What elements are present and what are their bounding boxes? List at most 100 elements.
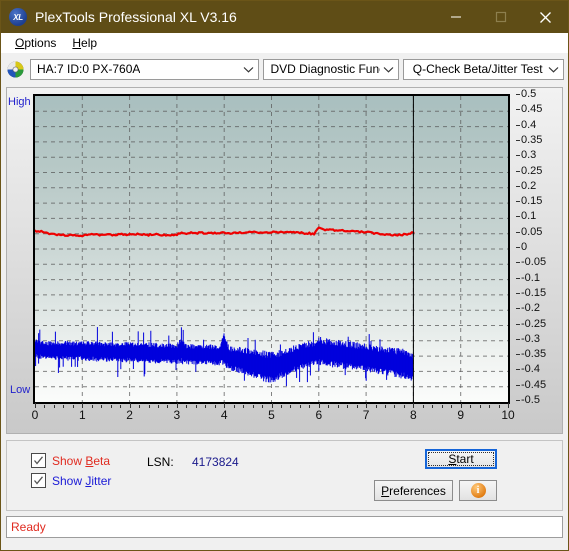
y-tick-mark xyxy=(516,277,520,279)
x-tick-mark xyxy=(63,405,65,408)
y-tick-label: 0.2 xyxy=(521,179,537,192)
x-tick-mark xyxy=(120,405,122,408)
x-tick-mark xyxy=(328,405,330,408)
y-tick-mark xyxy=(516,384,520,386)
menu-bar: Options Help xyxy=(1,33,568,53)
x-tick-label: 1 xyxy=(78,408,86,422)
y-tick-mark xyxy=(516,109,520,111)
x-tick-mark xyxy=(441,405,443,408)
x-tick-label: 8 xyxy=(410,408,417,422)
y-tick-label: -0.25 xyxy=(521,317,547,330)
y-tick-mark xyxy=(516,201,520,203)
maximize-icon[interactable] xyxy=(478,1,523,33)
x-tick-mark xyxy=(53,405,55,408)
status-bar: Ready xyxy=(6,516,563,538)
x-tick-mark xyxy=(224,403,226,408)
x-tick-mark xyxy=(129,403,131,408)
x-tick-mark xyxy=(91,405,93,408)
status-text: Ready xyxy=(11,520,46,534)
x-tick-mark xyxy=(205,405,207,408)
lsn-value: 4173824 xyxy=(192,455,239,469)
menu-item-options[interactable]: Options xyxy=(7,34,64,52)
x-tick-mark xyxy=(413,403,415,408)
x-tick-mark xyxy=(101,405,103,408)
start-button-label: Start xyxy=(428,452,494,466)
test-select-value: Q-Check Beta/Jitter Test xyxy=(412,62,543,76)
x-tick-mark xyxy=(186,405,188,408)
x-tick-mark xyxy=(470,405,472,408)
y-tick-mark xyxy=(516,216,520,218)
x-tick-mark xyxy=(243,405,245,408)
x-tick-mark xyxy=(422,405,424,408)
y-tick-label: 0.5 xyxy=(521,88,537,100)
x-tick-label: 7 xyxy=(362,408,370,422)
x-tick-mark xyxy=(394,405,396,408)
y-tick-label: -0.05 xyxy=(521,256,547,269)
controls-panel: Show Beta Show Jitter LSN: 4173824 Start… xyxy=(6,440,563,511)
y-tick-label: 0.45 xyxy=(521,103,543,116)
y-tick-label: -0.35 xyxy=(521,348,547,361)
y-tick-label: 0.15 xyxy=(521,195,543,208)
x-tick-label: 2 xyxy=(126,408,133,422)
preferences-button[interactable]: Preferences xyxy=(374,480,453,501)
x-tick-mark xyxy=(347,405,349,408)
x-tick-mark xyxy=(195,405,197,408)
y-tick-mark xyxy=(516,323,520,325)
y-tick-mark xyxy=(516,400,520,401)
toolbar: HA:7 ID:0 PX-760A DVD Diagnostic Functio… xyxy=(1,53,568,83)
start-button[interactable]: Start xyxy=(425,449,497,469)
x-tick-mark xyxy=(460,403,462,408)
x-tick-mark xyxy=(356,405,358,408)
y-tick-mark xyxy=(516,262,520,264)
x-tick-mark xyxy=(489,405,491,408)
x-tick-mark xyxy=(290,405,292,408)
y-tick-label: -0.45 xyxy=(521,378,547,391)
x-tick-mark xyxy=(432,405,434,408)
x-tick-mark xyxy=(148,405,150,408)
info-button[interactable]: i xyxy=(459,480,497,501)
y-tick-mark xyxy=(516,369,520,371)
x-tick-label: 4 xyxy=(220,408,228,422)
minimize-icon[interactable] xyxy=(433,1,478,33)
x-tick-mark xyxy=(271,403,273,408)
x-tick-mark xyxy=(318,403,320,408)
chart-plot-area[interactable] xyxy=(33,94,510,404)
y-tick-mark xyxy=(516,354,520,356)
xl-disc-icon: XL xyxy=(9,8,27,26)
x-tick-mark xyxy=(299,405,301,408)
chart-svg xyxy=(35,96,508,402)
y-tick-mark xyxy=(516,94,520,95)
drive-select[interactable]: HA:7 ID:0 PX-760A xyxy=(30,58,260,80)
x-tick-mark xyxy=(72,405,74,408)
x-tick-mark xyxy=(214,405,216,408)
close-icon[interactable] xyxy=(523,1,568,33)
y-tick-mark xyxy=(516,155,520,157)
x-tick-mark xyxy=(479,405,481,408)
x-tick-mark xyxy=(233,405,235,408)
chevron-down-icon xyxy=(240,60,256,79)
chart-y-axis-labels: 0.5 0.45 0.4 0.35 0.3 0.25 0.2 0.15 0.1 0.05 0 -0.0… xyxy=(516,88,569,418)
checkmark-icon xyxy=(31,473,46,488)
chart-x-axis-labels: 0 1 2 3 4 5 6 7 8 9 10 xyxy=(31,403,515,428)
y-tick-mark xyxy=(516,231,520,233)
y-tick-mark xyxy=(516,247,520,248)
function-select[interactable]: DVD Diagnostic Functions xyxy=(263,58,400,80)
x-tick-mark xyxy=(280,405,282,408)
preferences-button-label: Preferences xyxy=(381,483,446,498)
x-tick-mark xyxy=(451,405,453,408)
y-tick-mark xyxy=(516,308,520,310)
show-jitter-checkbox[interactable]: Show Jitter xyxy=(31,473,111,488)
show-beta-checkbox[interactable]: Show Beta xyxy=(31,453,110,468)
x-tick-mark xyxy=(337,405,339,408)
x-tick-label: 0 xyxy=(31,408,39,422)
x-tick-mark xyxy=(262,405,264,408)
x-tick-mark xyxy=(44,405,46,408)
menu-item-help[interactable]: Help xyxy=(64,34,105,52)
test-select[interactable]: Q-Check Beta/Jitter Test xyxy=(403,58,564,80)
x-tick-mark xyxy=(139,405,141,408)
y-tick-mark xyxy=(516,338,520,340)
y-tick-label: -0.4 xyxy=(521,363,540,376)
y-tick-label: -0.1 xyxy=(521,271,540,284)
optical-disc-icon xyxy=(7,61,24,77)
y-tick-label: 0.35 xyxy=(521,133,543,146)
